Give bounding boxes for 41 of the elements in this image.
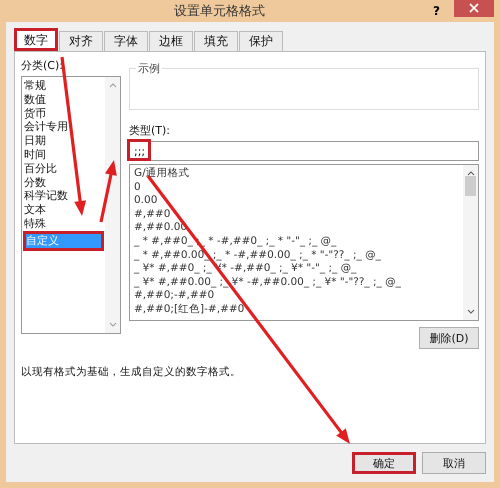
category-item[interactable]: 日期 xyxy=(23,134,104,148)
scroll-down-icon[interactable] xyxy=(466,309,474,314)
tab[interactable]: 边框 xyxy=(149,31,193,51)
format-item[interactable]: 0.00 xyxy=(131,194,462,208)
category-item[interactable]: 文本 xyxy=(23,203,104,217)
format-item[interactable]: #,##0;[红色]-#,##0 xyxy=(131,302,462,317)
category-item[interactable]: 常规 xyxy=(23,79,104,93)
help-button[interactable]: ? xyxy=(433,4,440,18)
close-icon xyxy=(469,3,479,13)
tab[interactable]: 填充 xyxy=(194,31,238,51)
type-label: 类型(T): xyxy=(129,123,172,138)
description-text: 以现有格式为基础，生成自定义的数字格式。 xyxy=(21,365,242,379)
tab[interactable]: 字体 xyxy=(104,31,148,51)
category-item[interactable]: 货币 xyxy=(23,106,104,120)
cancel-button[interactable]: 取消 xyxy=(422,452,486,474)
window-title: 设置单元格格式 xyxy=(173,3,266,20)
format-item[interactable]: 0 xyxy=(131,180,462,194)
sample-label: 示例 xyxy=(136,61,162,76)
category-item[interactable]: 会计专用 xyxy=(23,120,104,134)
tab[interactable]: 数字 xyxy=(14,28,58,51)
category-item[interactable]: 分数 xyxy=(23,176,104,190)
category-list[interactable]: 常规 数值 货币 会计专用 日期 时间 百分比 分数 科学记数 文本 特殊 自定义 xyxy=(21,76,121,334)
format-item[interactable]: G/通用格式 xyxy=(131,167,462,181)
category-label: 分类(C): xyxy=(21,58,64,73)
format-item[interactable]: #,##0;-#,##0 xyxy=(131,289,462,303)
delete-button[interactable]: 删除(D) xyxy=(419,327,479,349)
scroll-up-icon[interactable] xyxy=(466,171,474,176)
category-item[interactable]: 数值 xyxy=(23,92,104,107)
tab[interactable]: 保护 xyxy=(239,31,283,51)
scroll-thumb[interactable] xyxy=(465,176,476,196)
category-item[interactable]: 科学记数 xyxy=(23,189,104,204)
category-item[interactable]: 特殊 xyxy=(23,216,104,231)
category-item[interactable]: 时间 xyxy=(23,148,104,162)
tab[interactable]: 对齐 xyxy=(59,31,103,51)
close-button[interactable] xyxy=(454,0,494,17)
format-list[interactable] xyxy=(129,164,479,321)
scroll-bar[interactable] xyxy=(463,165,478,320)
category-item[interactable]: 百分比 xyxy=(23,162,104,176)
ok-button[interactable]: 确定 xyxy=(352,452,416,474)
annotation-arrow xyxy=(99,160,117,222)
format-item[interactable]: #,##0 xyxy=(131,208,462,222)
